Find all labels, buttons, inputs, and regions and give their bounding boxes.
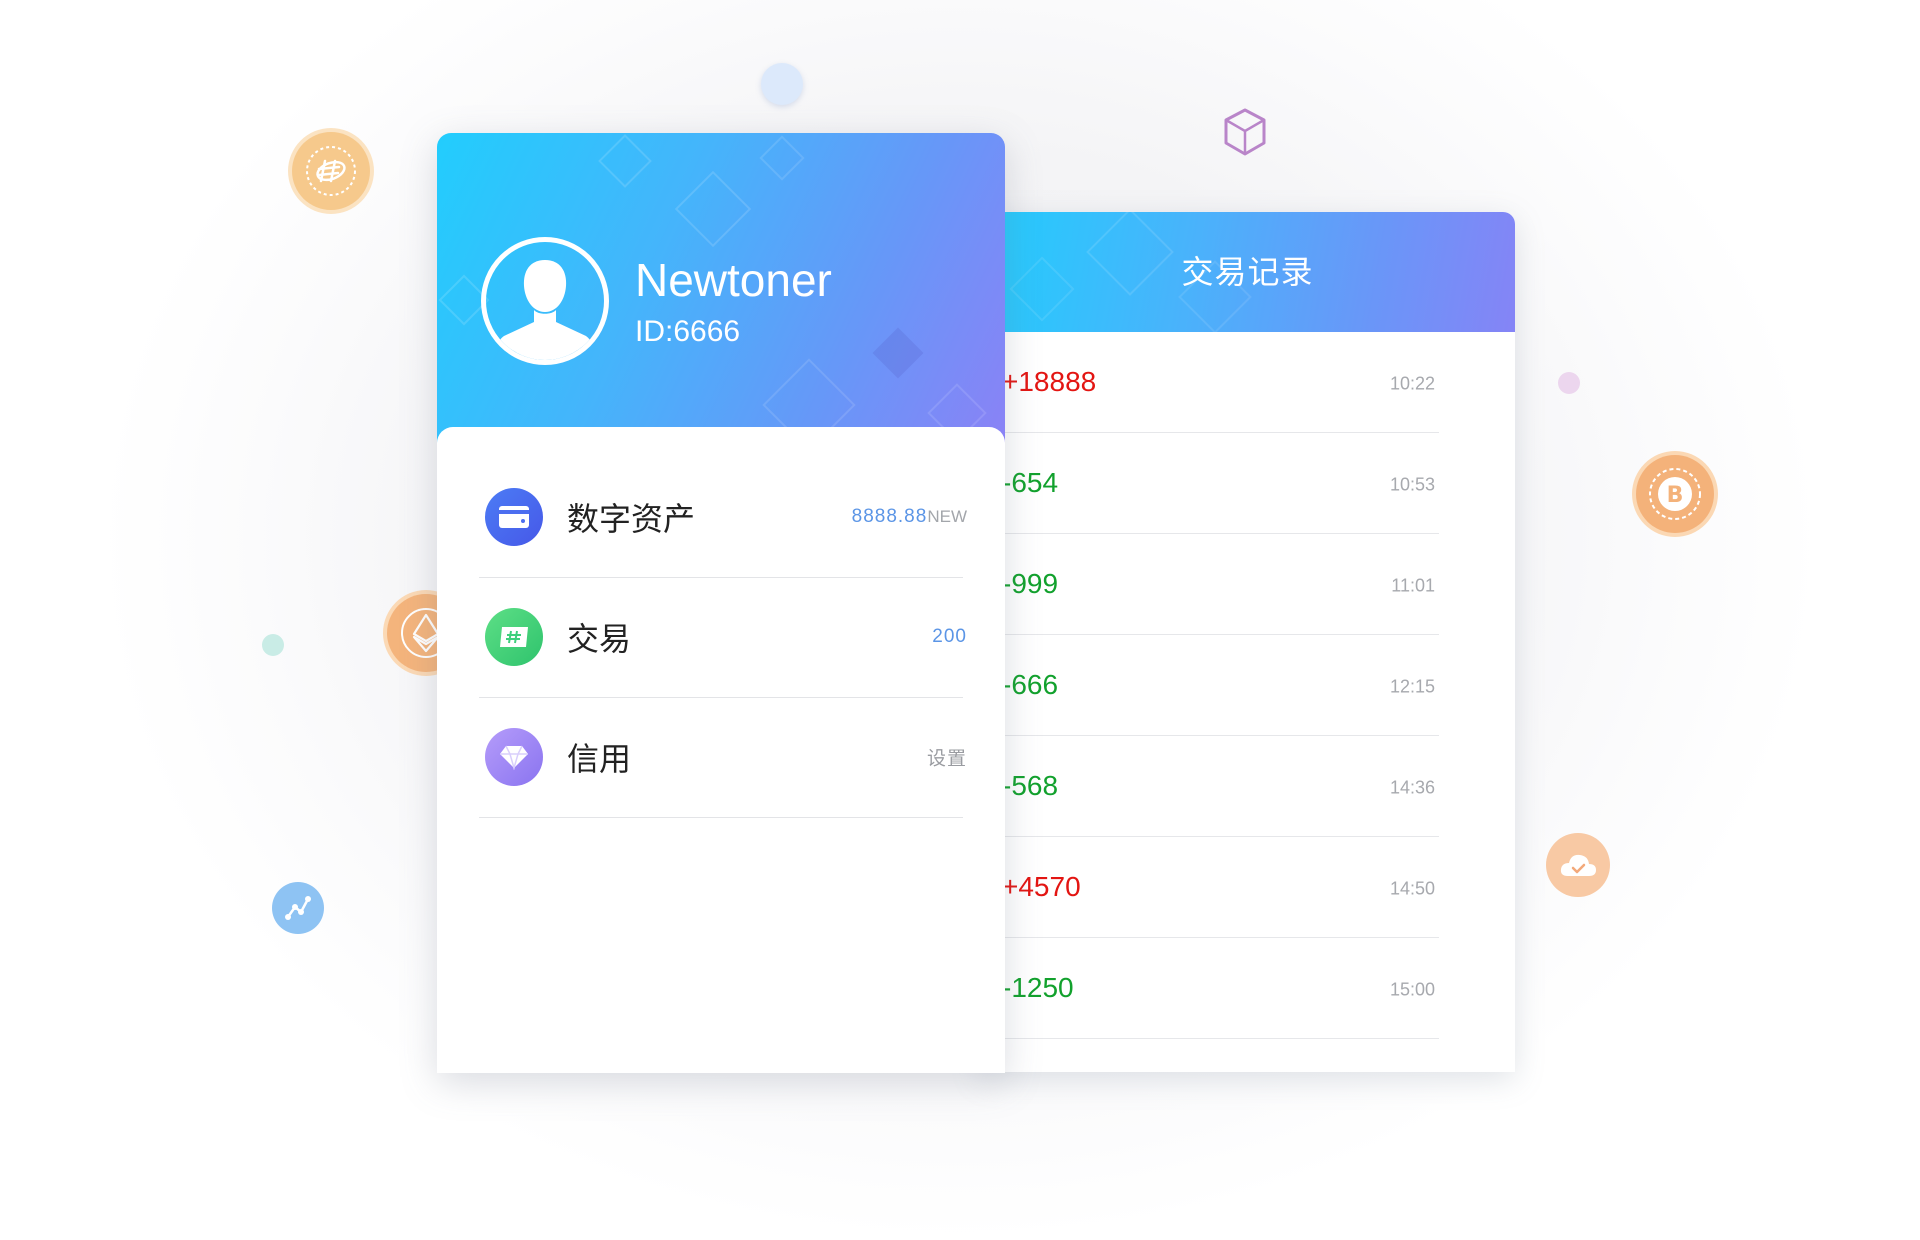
transaction-row[interactable]: -1250 15:00 xyxy=(980,938,1439,1039)
menu-item-credit[interactable]: 信用 设置 xyxy=(479,697,966,818)
network-graph-icon xyxy=(272,882,324,934)
menu-item-value: 200 xyxy=(932,626,967,647)
menu-item-label: 交易 xyxy=(567,621,632,657)
transaction-amount: -1250 xyxy=(1002,972,1074,1003)
transaction-time: 14:50 xyxy=(1389,878,1435,899)
profile-menu: 数字资产 8888.88NEW 交易 200 信用 设置 xyxy=(437,427,1005,1073)
transaction-row[interactable]: -568 14:36 xyxy=(980,736,1439,837)
transaction-amount: -666 xyxy=(1002,669,1059,700)
wallet-card-icon xyxy=(485,488,543,546)
menu-item-label: 数字资产 xyxy=(567,501,696,537)
transaction-time: 12:15 xyxy=(1389,676,1435,697)
digital-assets-amount: 8888.88 xyxy=(851,506,928,527)
transaction-amount: -999 xyxy=(1002,568,1059,599)
menu-item-value: 8888.88NEW xyxy=(852,506,967,528)
transaction-time: 14:36 xyxy=(1389,777,1435,798)
svg-text:B: B xyxy=(1667,483,1684,508)
bubble-dot xyxy=(1558,372,1580,394)
credit-settings-link[interactable]: 设置 xyxy=(927,744,967,771)
bubble-dot xyxy=(761,63,803,105)
transaction-row[interactable]: +18888 10:22 xyxy=(980,332,1439,433)
cloud-check-icon xyxy=(1546,833,1610,897)
menu-item-digital-assets[interactable]: 数字资产 8888.88NEW xyxy=(479,457,967,578)
transaction-records-card: 交易记录 +18888 10:22 -654 10:53 -999 11:01 -666 12… xyxy=(980,212,1515,1072)
cube-icon xyxy=(1222,107,1268,157)
diamond-icon xyxy=(485,728,543,786)
transaction-time: 10:53 xyxy=(1389,474,1435,495)
profile-header: Newtoner ID:6666 xyxy=(437,133,1005,443)
transaction-row[interactable]: +4570 14:50 xyxy=(980,837,1439,938)
new-badge: NEW xyxy=(927,507,967,526)
transaction-amount: +18888 xyxy=(1002,366,1097,397)
hash-coin-icon xyxy=(292,132,370,210)
transaction-records-title: 交易记录 xyxy=(1181,254,1314,290)
profile-name: Newtoner xyxy=(635,254,832,306)
transaction-time: 11:01 xyxy=(1391,575,1435,596)
transaction-row[interactable]: -999 11:01 xyxy=(980,534,1439,635)
bubble-dot xyxy=(262,634,284,656)
transaction-row[interactable]: -654 10:53 xyxy=(980,433,1439,534)
transaction-amount: -654 xyxy=(1002,467,1059,498)
transaction-list: +18888 10:22 -654 10:53 -999 11:01 -666 12:15 -5… xyxy=(980,332,1515,1039)
transaction-amount: +4570 xyxy=(1002,871,1081,902)
hash-ticket-icon xyxy=(485,608,543,666)
transaction-row[interactable]: -666 12:15 xyxy=(980,635,1439,736)
avatar[interactable] xyxy=(481,237,609,365)
menu-item-trade[interactable]: 交易 200 xyxy=(479,577,966,698)
bitcoin-coin-icon: B xyxy=(1636,455,1714,533)
transaction-time: 10:22 xyxy=(1389,373,1435,394)
menu-item-label: 信用 xyxy=(567,741,632,777)
transaction-time: 15:00 xyxy=(1389,979,1435,1000)
transaction-records-header: 交易记录 xyxy=(980,212,1515,332)
profile-card: Newtoner ID:6666 数字资产 8888.88NEW 交易 200 … xyxy=(437,133,1005,1073)
user-silhouette-icon xyxy=(496,260,594,360)
transaction-amount: -568 xyxy=(1002,770,1059,801)
profile-id: ID:6666 xyxy=(635,315,741,348)
